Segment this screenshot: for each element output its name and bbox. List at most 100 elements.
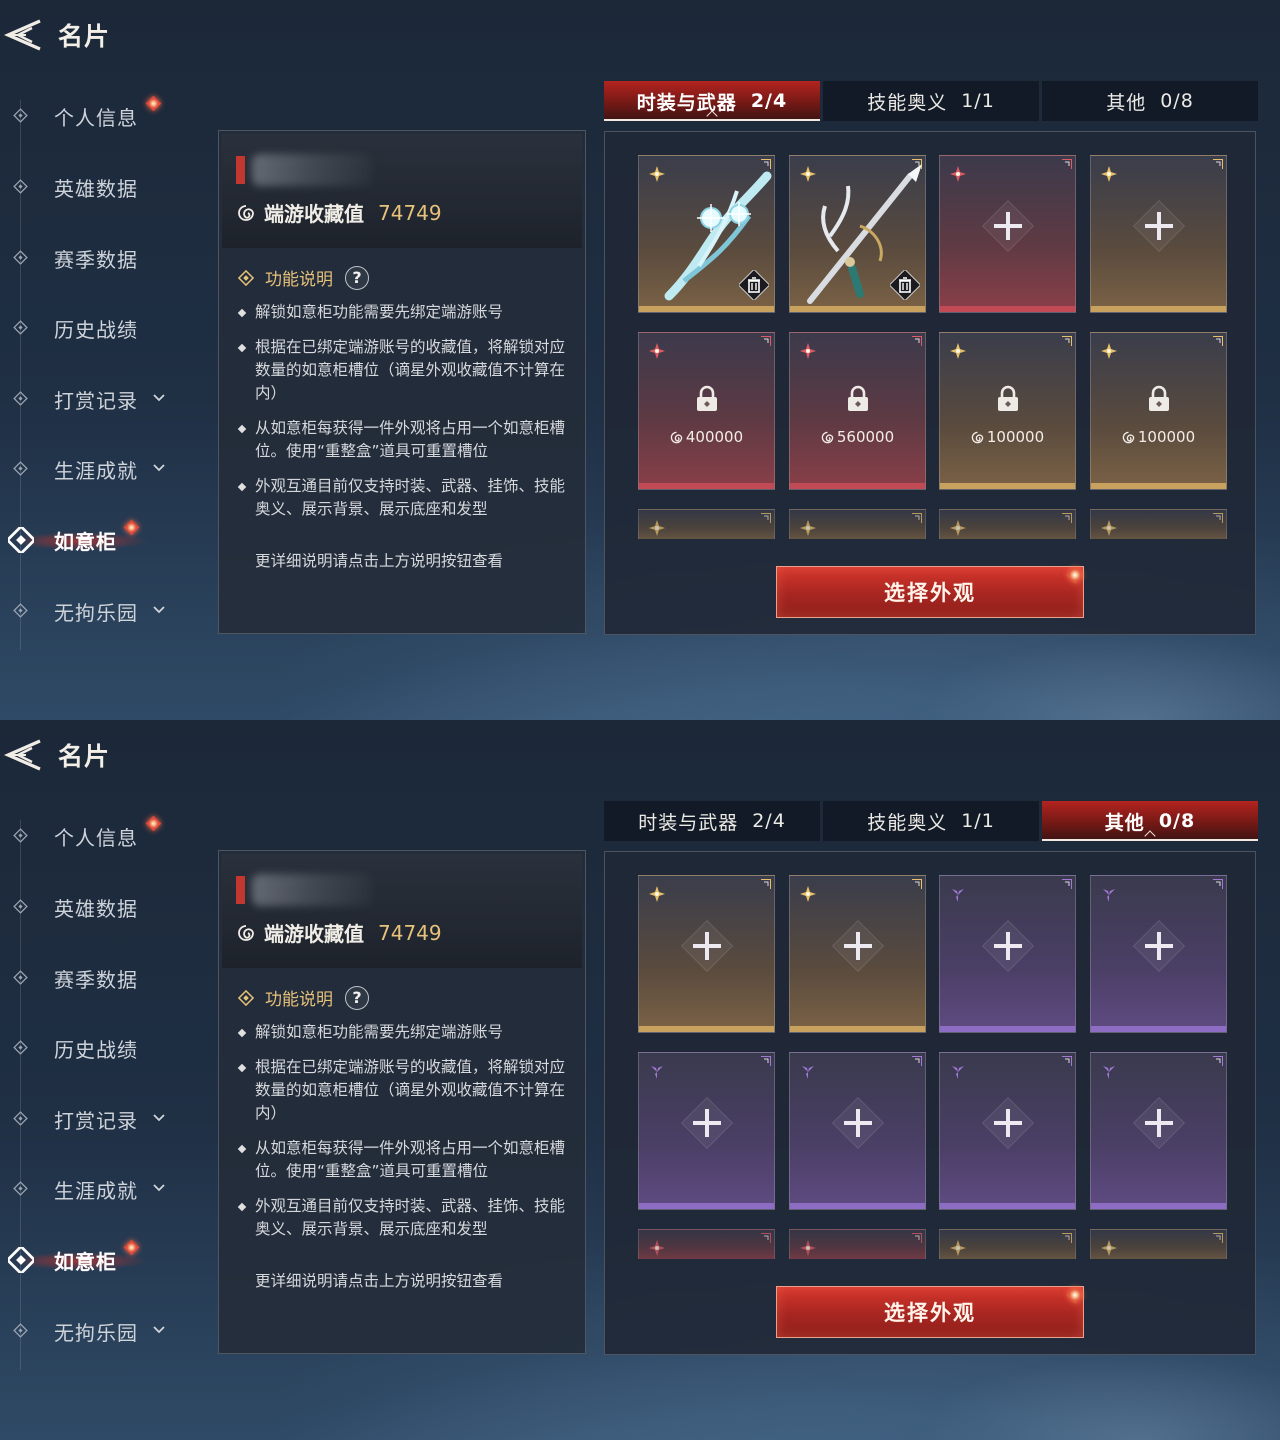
blurred-player-name bbox=[252, 874, 372, 906]
sidebar-item[interactable]: 打赏记录 bbox=[0, 379, 200, 419]
rarity-star-icon bbox=[800, 886, 816, 902]
corner-mark-icon bbox=[912, 1056, 922, 1066]
trash-icon[interactable] bbox=[890, 270, 920, 300]
back-arrow-icon[interactable] bbox=[2, 735, 46, 775]
slot[interactable] bbox=[638, 155, 775, 313]
lock-icon bbox=[696, 385, 717, 411]
tab-fashion-weapon[interactable]: 时装与武器 2/4 bbox=[604, 81, 820, 122]
rarity-star-icon bbox=[649, 343, 665, 359]
add-plus-icon bbox=[1132, 1096, 1185, 1150]
slot-partial bbox=[1090, 509, 1227, 539]
diamond-bullet-icon bbox=[13, 970, 28, 985]
sidebar-item-label: 个人信息 bbox=[54, 825, 138, 850]
slot[interactable] bbox=[939, 155, 1076, 313]
sidebar-item[interactable]: 历史战绩 bbox=[0, 1028, 200, 1068]
slot[interactable]: 100000 bbox=[1090, 332, 1227, 490]
select-appearance-button[interactable]: 选择外观 bbox=[776, 566, 1084, 618]
diamond-bullet-icon bbox=[13, 1111, 28, 1126]
select-appearance-button[interactable]: 选择外观 bbox=[776, 1286, 1084, 1338]
slot[interactable] bbox=[638, 1052, 775, 1210]
sidebar-item-label: 无拘乐园 bbox=[54, 600, 138, 625]
function-description-title: 功能说明 ? bbox=[237, 985, 369, 1010]
sidebar-item[interactable]: 无拘乐园 bbox=[0, 591, 200, 631]
help-icon[interactable]: ? bbox=[345, 265, 369, 290]
tab-fashion-weapon[interactable]: 时装与武器 2/4 bbox=[604, 801, 820, 841]
back-arrow-icon[interactable] bbox=[2, 15, 46, 55]
corner-mark-icon bbox=[1062, 1233, 1072, 1243]
slot[interactable]: 560000 bbox=[789, 332, 926, 490]
add-plus-icon bbox=[680, 919, 733, 973]
slot[interactable] bbox=[789, 155, 926, 313]
slot[interactable] bbox=[638, 875, 775, 1033]
corner-mark-icon bbox=[1213, 513, 1223, 523]
swirl-icon bbox=[821, 431, 834, 444]
swirl-icon bbox=[1122, 431, 1135, 444]
help-icon[interactable]: ? bbox=[345, 985, 369, 1010]
slot-partial bbox=[789, 1229, 926, 1259]
category-tabs: 时装与武器 2/4 技能奥义 1/1 其他 0/8 bbox=[604, 801, 1258, 842]
sidebar-item[interactable]: 如意柜 bbox=[0, 519, 200, 560]
slot[interactable]: 100000 bbox=[939, 332, 1076, 490]
collection-value-row: 端游收藏值 74749 bbox=[236, 198, 442, 227]
tab-count: 1/1 bbox=[961, 90, 995, 112]
sidebar-item[interactable]: 英雄数据 bbox=[0, 887, 200, 927]
corner-mark-icon bbox=[1062, 159, 1072, 169]
slot[interactable] bbox=[939, 875, 1076, 1033]
slot[interactable] bbox=[789, 1052, 926, 1210]
slot[interactable] bbox=[939, 1052, 1076, 1210]
corner-mark-icon bbox=[1213, 879, 1223, 889]
slot[interactable] bbox=[1090, 1052, 1227, 1210]
info-panel: 端游收藏值 74749 功能说明 ? 解锁如意柜功能需要先绑定端游账号 根据在已绑… bbox=[218, 130, 586, 634]
corner-mark-icon bbox=[761, 336, 771, 346]
corner-mark-icon bbox=[761, 879, 771, 889]
corner-mark-icon bbox=[761, 1056, 771, 1066]
function-description-title: 功能说明 ? bbox=[237, 265, 369, 290]
chevron-down-icon bbox=[153, 1326, 165, 1334]
tab-skill[interactable]: 技能奥义 1/1 bbox=[823, 801, 1039, 841]
slot[interactable]: 400000 bbox=[638, 332, 775, 490]
sidebar-item-label: 历史战绩 bbox=[54, 1037, 138, 1062]
sidebar-item[interactable]: 英雄数据 bbox=[0, 167, 200, 207]
screen-top: 名片 个人信息 英雄数据 赛季数据 历史战绩 打赏记录 生涯成就 如意柜 无拘乐园 端游收藏值… bbox=[0, 0, 1280, 720]
add-plus-icon bbox=[981, 199, 1034, 253]
rarity-star-icon bbox=[649, 520, 665, 536]
sidebar-item[interactable]: 个人信息 bbox=[0, 815, 200, 856]
diamond-bullet-icon bbox=[13, 461, 28, 476]
notification-dot bbox=[145, 815, 162, 832]
tab-label: 技能奥义 bbox=[867, 811, 948, 834]
sidebar-item[interactable]: 生涯成就 bbox=[0, 1169, 200, 1209]
notification-dot bbox=[123, 519, 140, 536]
sidebar-item[interactable]: 生涯成就 bbox=[0, 449, 200, 489]
sidebar-item-label: 打赏记录 bbox=[54, 388, 138, 413]
tab-skill[interactable]: 技能奥义 1/1 bbox=[823, 81, 1039, 121]
rarity-star-icon bbox=[800, 520, 816, 536]
slot[interactable] bbox=[1090, 875, 1227, 1033]
header: 名片 bbox=[0, 730, 110, 780]
rarity-star-icon bbox=[1101, 166, 1117, 182]
sidebar-item[interactable]: 历史战绩 bbox=[0, 308, 200, 348]
function-title-text: 功能说明 bbox=[265, 990, 333, 1010]
sidebar-item[interactable]: 赛季数据 bbox=[0, 958, 200, 998]
diamond-bullet-icon bbox=[13, 899, 28, 914]
tab-label: 技能奥义 bbox=[867, 91, 948, 114]
corner-mark-icon bbox=[1213, 159, 1223, 169]
unlock-price: 100000 bbox=[1091, 428, 1226, 446]
diamond-bullet-icon bbox=[13, 1323, 28, 1338]
unlock-price-value: 400000 bbox=[685, 428, 744, 446]
corner-mark-icon bbox=[912, 879, 922, 889]
select-appearance-label: 选择外观 bbox=[884, 581, 976, 605]
slot[interactable] bbox=[789, 875, 926, 1033]
sidebar-item[interactable]: 赛季数据 bbox=[0, 238, 200, 278]
tab-other[interactable]: 其他 0/8 bbox=[1042, 81, 1258, 121]
rarity-bar bbox=[1091, 1203, 1226, 1209]
sidebar-item[interactable]: 个人信息 bbox=[0, 95, 200, 136]
sidebar-item[interactable]: 如意柜 bbox=[0, 1239, 200, 1280]
trash-icon[interactable] bbox=[739, 270, 769, 300]
diamond-bullet-icon bbox=[13, 391, 28, 406]
tab-other[interactable]: 其他 0/8 bbox=[1042, 801, 1258, 842]
sidebar-item[interactable]: 打赏记录 bbox=[0, 1099, 200, 1139]
corner-mark-icon bbox=[912, 513, 922, 523]
slot-grid-panel bbox=[604, 851, 1256, 1355]
slot[interactable] bbox=[1090, 155, 1227, 313]
sidebar-item[interactable]: 无拘乐园 bbox=[0, 1311, 200, 1351]
